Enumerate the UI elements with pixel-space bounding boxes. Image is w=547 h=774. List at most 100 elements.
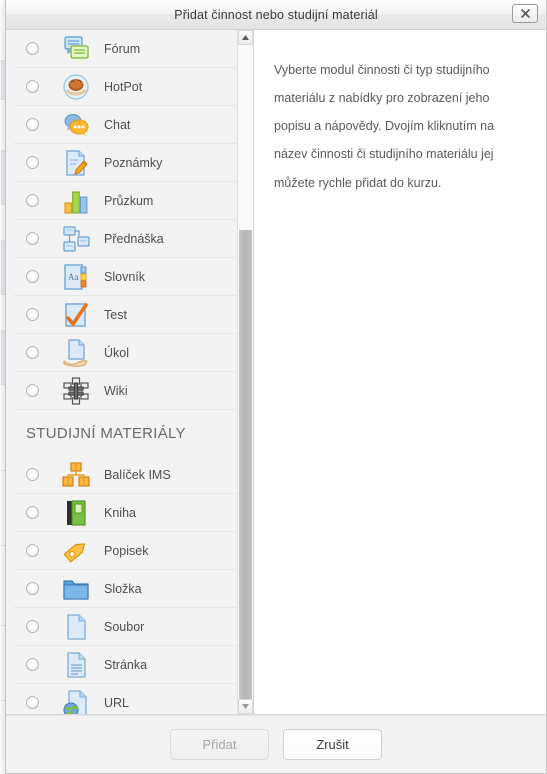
module-radio[interactable] [26,232,39,245]
module-row[interactable]: Kniha [14,494,237,532]
module-radio[interactable] [26,620,39,633]
notes-icon-wrapper [60,147,92,179]
module-list: Fórum HotPot Chat Poznámky Průzkum Přednáška A… [14,30,237,714]
module-row[interactable]: Test [14,296,237,334]
lesson-icon-wrapper [60,223,92,255]
module-row[interactable]: Úkol [14,334,237,372]
forum-icon [64,35,89,59]
module-label: Balíček IMS [104,467,171,482]
page-icon-wrapper [60,649,92,681]
module-label: Test [104,307,127,322]
module-row[interactable]: Stránka [14,646,237,684]
module-row[interactable]: Chat [14,106,237,144]
module-row[interactable]: Průzkum [14,182,237,220]
dialog-title: Přidat činnost nebo studijní materiál [174,7,378,22]
module-row[interactable]: Popisek [14,532,237,570]
assignment-icon-wrapper [60,337,92,369]
module-radio[interactable] [26,270,39,283]
list-scrollbar[interactable] [237,30,253,714]
module-radio[interactable] [26,42,39,55]
quiz-icon-wrapper [60,299,92,331]
dialog-footer: Přidat Zrušit [6,715,546,773]
resources-section-heading: STUDIJNÍ MATERIÁLY [26,424,186,442]
svg-text:Aa: Aa [68,272,79,282]
module-radio[interactable] [26,384,39,397]
module-row[interactable]: HotPot [14,68,237,106]
hotpot-icon [63,73,89,100]
assignment-icon [63,338,88,367]
module-label: Chat [104,117,131,132]
module-radio[interactable] [26,308,39,321]
label-icon-wrapper [60,535,92,567]
module-label: Wiki [104,383,128,398]
module-list-pane: Fórum HotPot Chat Poznámky Průzkum Přednáška A… [6,30,254,714]
module-radio[interactable] [26,80,39,93]
glossary-icon-wrapper: Aa [60,261,92,293]
module-radio[interactable] [26,468,39,481]
close-icon [520,9,530,18]
module-label: Poznámky [104,155,163,170]
module-radio[interactable] [26,544,39,557]
module-row[interactable]: Soubor [14,608,237,646]
scroll-up-button[interactable] [238,30,253,45]
module-row[interactable]: Poznámky [14,144,237,182]
url-icon-wrapper [60,687,92,714]
add-button[interactable]: Přidat [170,729,269,760]
file-icon-wrapper [60,611,92,643]
module-label: Stránka [104,657,148,672]
ims-package-icon [62,461,90,487]
hotpot-icon-wrapper [60,71,92,103]
folder-icon [63,579,89,600]
label-icon [63,542,86,563]
module-row[interactable]: Wiki [14,372,237,410]
file-icon [67,613,86,640]
module-label: Fórum [104,41,141,56]
module-radio[interactable] [26,194,39,207]
description-text: Vyberte modul činnosti či typ studijního… [274,63,495,190]
forum-icon-wrapper [60,33,92,65]
description-pane: Vyberte modul činnosti či typ studijního… [254,30,546,714]
notes-icon [66,149,88,176]
scroll-down-button[interactable] [238,699,253,714]
module-radio[interactable] [26,658,39,671]
module-row[interactable]: URL [14,684,237,714]
quiz-icon [65,302,88,327]
module-row[interactable]: Složka [14,570,237,608]
module-row[interactable]: Balíček IMS [14,456,237,494]
cancel-button[interactable]: Zrušit [283,729,382,760]
module-radio[interactable] [26,118,39,131]
folder-icon-wrapper [60,573,92,605]
chat-icon [64,113,89,136]
scroll-down-arrow-icon [242,704,249,709]
scroll-up-arrow-icon [242,35,249,40]
module-row[interactable]: Aa Slovník [14,258,237,296]
module-radio[interactable] [26,696,39,709]
survey-icon [64,190,88,214]
module-label: HotPot [104,79,143,94]
url-icon [63,689,87,714]
module-radio[interactable] [26,506,39,519]
module-row[interactable]: Fórum [14,30,237,68]
module-radio[interactable] [26,156,39,169]
module-radio[interactable] [26,346,39,359]
module-label: URL [104,695,130,710]
lesson-icon [63,225,90,252]
scrollbar-thumb[interactable] [239,230,252,699]
wiki-icon [63,376,89,405]
book-icon [67,499,86,526]
module-label: Slovník [104,269,145,284]
close-button[interactable] [512,4,538,23]
module-radio[interactable] [26,582,39,595]
module-label: Úkol [104,345,130,360]
module-row[interactable]: Přednáška [14,220,237,258]
module-label: Kniha [104,505,136,520]
add-activity-dialog: Přidat činnost nebo studijní materiál Fó… [5,0,547,774]
page-icon [67,651,86,678]
glossary-icon: Aa [64,263,87,290]
scrollbar-track[interactable] [238,45,253,699]
module-label: Přednáška [104,231,164,246]
module-label: Průzkum [104,193,154,208]
module-label: Soubor [104,619,145,634]
ims-package-icon-wrapper [60,459,92,491]
module-label: Popisek [104,543,149,558]
